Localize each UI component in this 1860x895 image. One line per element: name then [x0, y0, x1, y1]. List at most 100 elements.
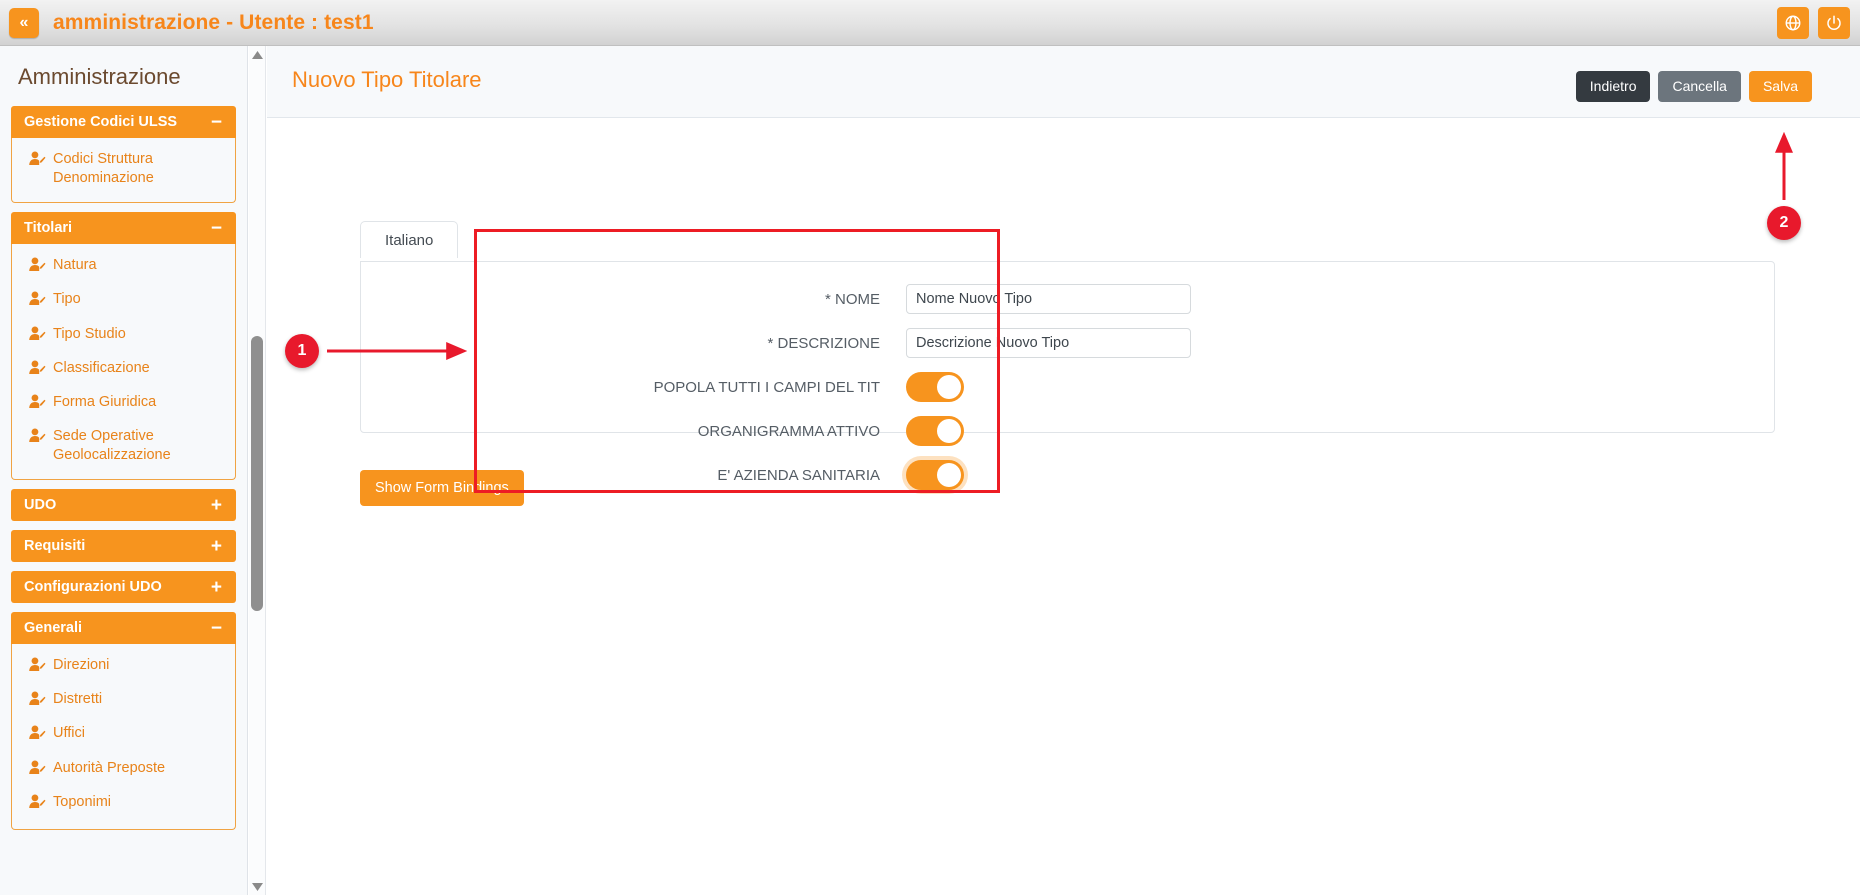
user-edit-icon	[29, 794, 46, 815]
form-area: Italiano * NOME * DESCRIZIONE POPOLA TUTTI…	[267, 118, 1860, 895]
sidebar-group-header[interactable]: Gestione Codici ULSS −	[11, 106, 236, 138]
organigramma-attivo-toggle[interactable]	[906, 416, 964, 446]
azienda-sanitaria-toggle[interactable]	[906, 460, 964, 490]
sidebar-group-header[interactable]: UDO +	[11, 489, 236, 522]
topbar-actions	[1777, 7, 1850, 39]
tab-italiano[interactable]: Italiano	[360, 221, 459, 258]
sidebar-item-autorit-preposte[interactable]: Autorità Preposte	[12, 753, 235, 787]
user-edit-icon	[29, 428, 46, 449]
sidebar-item-label: Autorità Preposte	[53, 759, 166, 776]
sidebar-item-codici-struttura-denominazione[interactable]: Codici Struttura Denominazione	[12, 144, 235, 194]
user-edit-icon	[29, 325, 46, 347]
sidebar-group-header[interactable]: Titolari −	[11, 212, 236, 245]
sidebar-item-classificazione[interactable]: Classificazione	[12, 353, 235, 387]
sidebar-group-generali: Generali − Direzioni Distretti Uffici Autorit…	[11, 612, 236, 830]
sidebar-item-label: Classificazione	[53, 359, 150, 376]
user-edit-icon	[29, 759, 46, 781]
user-edit-icon	[29, 257, 46, 278]
show-form-bindings-button[interactable]: Show Form Bindings	[360, 470, 524, 506]
logout-button[interactable]	[1818, 7, 1850, 39]
globe-icon	[1784, 14, 1802, 32]
page-actions: Indietro Cancella Salva	[1575, 71, 1812, 103]
page-title: Nuovo Tipo Titolare	[292, 67, 482, 92]
sidebar-item-forma-giuridica[interactable]: Forma Giuridica	[12, 387, 235, 421]
sidebar-group-titolari: Titolari − Natura Tipo Tipo Studio Classifica…	[11, 212, 236, 481]
field-label: * DESCRIZIONE	[767, 335, 880, 352]
user-edit-icon	[29, 691, 46, 712]
user-edit-icon	[29, 151, 46, 172]
sidebar-item-label: Tipo	[53, 291, 81, 308]
field-label: ORGANIGRAMMA ATTIVO	[697, 423, 880, 440]
scroll-up-button[interactable]	[249, 46, 266, 63]
user-edit-icon	[29, 360, 46, 381]
sidebar-item-direzioni[interactable]: Direzioni	[12, 650, 235, 684]
sidebar-group-configurazioni-udo: Configurazioni UDO +	[11, 571, 236, 604]
descrizione-field[interactable]	[906, 328, 1191, 358]
page-header: Nuovo Tipo Titolare Indietro Cancella Sa…	[267, 46, 1860, 118]
nome-field[interactable]	[906, 284, 1191, 314]
minus-icon: −	[210, 217, 222, 239]
user-edit-icon	[29, 725, 46, 746]
app-title: amministrazione - Utente : test1	[53, 10, 374, 34]
sidebar-item-tipo[interactable]: Tipo	[12, 284, 235, 318]
sidebar-group-label: Generali	[24, 620, 83, 637]
sidebar-group-udo: UDO +	[11, 489, 236, 522]
sidebar-item-toponimi[interactable]: Toponimi	[12, 787, 235, 821]
field-label: POPOLA TUTTI I CAMPI DEL TIT	[653, 379, 880, 396]
popola-tutti-campi-toggle[interactable]	[906, 372, 964, 402]
language-button[interactable]	[1777, 7, 1809, 39]
save-button[interactable]: Salva	[1748, 71, 1812, 103]
scroll-down-button[interactable]	[249, 878, 266, 895]
form-row: E' AZIENDA SANITARIA	[361, 460, 1774, 490]
sidebar-item-uffici[interactable]: Uffici	[12, 718, 235, 752]
minus-icon: −	[210, 617, 222, 639]
sidebar-group-body: Natura Tipo Tipo Studio Classificazione Form…	[11, 244, 236, 481]
sidebar-title: Amministrazione	[18, 64, 181, 89]
cancel-button[interactable]: Cancella	[1658, 71, 1741, 103]
sidebar-item-label: Tipo Studio	[53, 325, 126, 342]
toggle-knob	[937, 419, 961, 443]
tab-strip-wrapper: Italiano	[360, 221, 459, 258]
callout-badge-2: 2	[1767, 206, 1801, 240]
plus-icon: +	[210, 535, 222, 557]
sidebar-item-label: Uffici	[53, 725, 85, 742]
scrollbar-thumb[interactable]	[251, 336, 263, 611]
form-row: * NOME	[361, 284, 1774, 314]
form-row: POPOLA TUTTI I CAMPI DEL TIT	[361, 372, 1774, 402]
chevron-double-left-icon: «	[19, 13, 29, 31]
sidebar-item-natura[interactable]: Natura	[12, 250, 235, 284]
sidebar-group-gestione-codici-ulss: Gestione Codici ULSS − Codici Struttura De…	[11, 106, 236, 204]
user-edit-icon	[29, 291, 46, 312]
plus-icon: +	[210, 494, 222, 516]
sidebar-collapse-button[interactable]: «	[9, 7, 39, 38]
sidebar-item-label: Toponimi	[53, 793, 112, 810]
field-label: * NOME	[824, 291, 880, 308]
sidebar-scrollbar[interactable]	[249, 46, 266, 895]
sidebar-item-sede-operative-geolocalizzazione[interactable]: Sede Operative Geolocalizzazione	[12, 421, 235, 471]
sidebar-group-label: Requisiti	[24, 538, 86, 555]
sidebar-item-label: Sede Operative Geolocalizzazione	[53, 427, 171, 463]
sidebar-group-body: Codici Struttura Denominazione	[11, 138, 236, 204]
form-row: * DESCRIZIONE	[361, 328, 1774, 358]
sidebar-group-header[interactable]: Generali −	[11, 612, 236, 645]
plus-icon: +	[210, 576, 222, 598]
user-edit-icon	[29, 394, 46, 415]
power-icon	[1825, 14, 1843, 32]
sidebar-group-requisiti: Requisiti +	[11, 530, 236, 563]
toggle-knob	[937, 463, 961, 487]
sidebar-group-label: Gestione Codici ULSS	[24, 114, 178, 130]
form-card: * NOME * DESCRIZIONE POPOLA TUTTI I CAMPI …	[360, 261, 1775, 490]
sidebar-item-distretti[interactable]: Distretti	[12, 684, 235, 718]
back-button[interactable]: Indietro	[1575, 71, 1651, 103]
sidebar-group-header[interactable]: Configurazioni UDO +	[11, 571, 236, 604]
tab-strip: Italiano	[360, 221, 459, 258]
minus-icon: −	[210, 111, 222, 133]
sidebar-item-tipo-studio[interactable]: Tipo Studio	[12, 319, 235, 353]
sidebar-group-label: Titolari	[24, 220, 73, 237]
form-fields: * NOME * DESCRIZIONE POPOLA TUTTI I CAMPI …	[361, 262, 1774, 490]
sidebar-item-label: Direzioni	[53, 657, 110, 674]
form-row: ORGANIGRAMMA ATTIVO	[361, 416, 1774, 446]
sidebar-group-header[interactable]: Requisiti +	[11, 530, 236, 563]
sidebar-item-label: Distretti	[53, 691, 103, 708]
sidebar-group-body: Direzioni Distretti Uffici Autorità Prepost…	[11, 644, 236, 830]
